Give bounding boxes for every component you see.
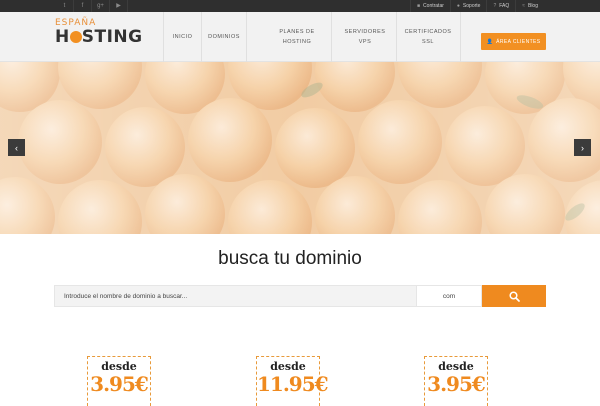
rss-icon: ≈ xyxy=(522,3,525,9)
nav-item-servidores-vps[interactable]: SERVIDORES VPS xyxy=(331,12,396,62)
price-badge: desde 11.95€ xyxy=(256,356,329,406)
nav-item-inicio[interactable]: INICIO xyxy=(163,12,201,62)
facebook-icon[interactable]: f xyxy=(74,0,92,12)
logo-bottom-text: H STING xyxy=(55,27,143,47)
top-link-contratar[interactable]: ■ Contratar xyxy=(410,0,450,12)
price-value: 3.95€ xyxy=(90,372,149,396)
price-value: 3.95€ xyxy=(427,372,486,396)
nav-item-certificados-ssl[interactable]: CERTIFICADOS SSL xyxy=(396,12,461,62)
cart-icon: ■ xyxy=(417,3,421,9)
twitter-icon[interactable]: t xyxy=(56,0,74,12)
price-badge: desde 3.95€ xyxy=(424,356,488,406)
main-nav: INICIO DOMINIOS PLANES DE HOSTING SERVID… xyxy=(163,12,461,62)
price-value: 11.95€ xyxy=(257,372,329,396)
tld-select[interactable]: com xyxy=(417,285,482,307)
youtube-icon[interactable]: ▶ xyxy=(110,0,128,12)
orange-icon xyxy=(69,31,82,43)
nav-item-planes-hosting[interactable]: PLANES DE HOSTING xyxy=(246,12,331,62)
oranges-image xyxy=(0,62,600,234)
question-icon: ? xyxy=(493,3,497,9)
top-link-label: FAQ xyxy=(499,3,510,9)
nav-item-dominios[interactable]: DOMINIOS xyxy=(201,12,246,62)
search-button[interactable] xyxy=(482,285,546,307)
top-links: ■ Contratar ● Soporte ? FAQ ≈ Blog xyxy=(410,0,544,12)
user-icon: 👤 xyxy=(486,38,494,45)
search-title: busca tu dominio xyxy=(218,248,362,269)
social-links: t f g+ ▶ xyxy=(56,0,128,12)
site-header: ESPAÑA H STING INICIO DOMINIOS PLANES DE … xyxy=(0,12,600,62)
support-icon: ● xyxy=(456,3,460,9)
top-link-blog[interactable]: ≈ Blog xyxy=(515,0,544,12)
site-logo[interactable]: ESPAÑA H STING xyxy=(55,18,145,54)
top-bar: t f g+ ▶ ■ Contratar ● Soporte ? FAQ ≈ B… xyxy=(0,0,600,12)
slider-next-button[interactable]: › xyxy=(574,139,591,156)
slider-prev-button[interactable]: ‹ xyxy=(8,139,25,156)
price-badge: desde 3.95€ xyxy=(87,356,151,406)
domain-search: Introduce el nombre de dominio a buscar.… xyxy=(54,285,546,307)
googleplus-icon[interactable]: g+ xyxy=(92,0,110,12)
hero-slider xyxy=(0,62,600,234)
top-link-label: Contratar xyxy=(423,3,444,9)
area-clientes-label: ÁREA CLIENTES xyxy=(496,38,541,45)
area-clientes-button[interactable]: 👤 ÁREA CLIENTES xyxy=(481,33,546,50)
top-link-soporte[interactable]: ● Soporte xyxy=(449,0,487,12)
top-link-label: Soporte xyxy=(462,3,481,9)
domain-search-input[interactable]: Introduce el nombre de dominio a buscar.… xyxy=(54,285,417,307)
top-link-label: Blog xyxy=(527,3,538,9)
top-link-faq[interactable]: ? FAQ xyxy=(486,0,515,12)
search-icon xyxy=(508,290,520,302)
